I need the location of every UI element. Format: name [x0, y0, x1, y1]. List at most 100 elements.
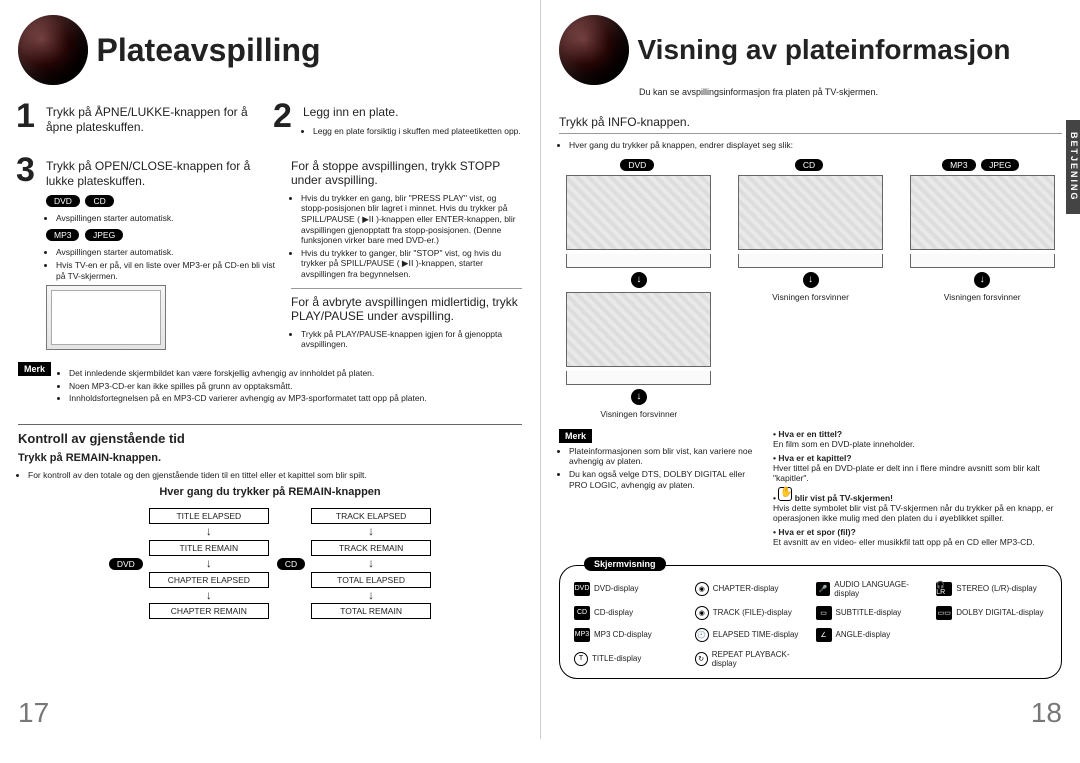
info-head: Trykk på INFO-knappen.	[559, 115, 1062, 134]
arrow-down-icon: ↓	[368, 591, 374, 601]
page-number: 18	[1031, 697, 1062, 729]
panel-item	[816, 650, 927, 668]
caption: Visningen forsvinner	[944, 292, 1021, 302]
arrow-down-icon: ↓	[368, 559, 374, 569]
tv-bar	[566, 254, 711, 268]
merk-note-1: Det innledende skjermbildet kan være for…	[69, 368, 522, 379]
kontroll-head: Kontroll av gjenstående tid	[18, 424, 522, 446]
remain-dvd-col: DVD TITLE ELAPSED ↓ TITLE REMAIN ↓ CHAPT…	[109, 508, 269, 619]
panel-item-label: CD-display	[594, 608, 633, 617]
caption: Visningen forsvinner	[600, 409, 677, 419]
remain-head: Trykk på REMAIN-knappen.	[18, 452, 522, 464]
step-2: 2 Legg inn en plate. Legg en plate forsi…	[275, 105, 522, 139]
stop-bullet-1: Hvis du trykker en gang, blir "PRESS PLA…	[301, 193, 522, 246]
tv-bar	[910, 254, 1055, 268]
stop-bullet-2: Hvis du trykker to ganger, blir "STOP" v…	[301, 248, 522, 280]
display-icon: ▭	[816, 606, 832, 620]
pause-head: For å avbryte avspillingen midlertidig, …	[291, 295, 522, 323]
arrow-down-icon: ↓	[631, 272, 647, 288]
merk-note-2: Noen MP3-CD-er kan ikke spilles på grunn…	[69, 381, 522, 392]
remain-box: TITLE REMAIN	[149, 540, 269, 556]
tv-bar	[738, 254, 883, 268]
panel-item-label: AUDIO LANGUAGE-display	[834, 580, 926, 598]
step-3-head: Trykk på OPEN/CLOSE-knappen for å lukke …	[46, 159, 277, 189]
remain-box: TRACK REMAIN	[311, 540, 431, 556]
remain-box: TITLE ELAPSED	[149, 508, 269, 524]
tv-frame	[738, 175, 883, 250]
panel-item: ▭▭DOLBY DIGITAL-display	[936, 606, 1047, 620]
pill-dvd: DVD	[109, 558, 143, 570]
side-tab: BETJENING	[1066, 120, 1080, 214]
qa-list: • Hva er en tittel? En film som en DVD-p…	[773, 429, 1062, 551]
pill-cd: CD	[795, 159, 823, 171]
pill-mp3: MP3	[46, 229, 79, 241]
panel-item	[936, 650, 1047, 668]
pill-cd: CD	[85, 195, 113, 207]
page-title-right: Visning av plateinformasjon	[638, 34, 1011, 66]
panel-item-label: ELAPSED TIME-display	[713, 630, 799, 639]
display-icon: ▭▭	[936, 606, 952, 620]
info-note: Hver gang du trykker på knappen, endrer …	[569, 140, 1062, 151]
screen-thumbnail	[46, 285, 166, 350]
tv-frame	[566, 292, 711, 367]
step-number: 2	[273, 99, 292, 133]
panel-tab: Skjermvisning	[584, 557, 666, 571]
stop-head: For å stoppe avspillingen, trykk STOPP u…	[291, 159, 522, 187]
display-icon: T	[574, 652, 588, 666]
step-number: 1	[16, 99, 35, 133]
remain-box: TOTAL REMAIN	[311, 603, 431, 619]
display-icon: ∠	[816, 628, 832, 642]
arrow-down-icon: ↓	[206, 559, 212, 569]
step-3: 3 Trykk på OPEN/CLOSE-knappen for å lukk…	[18, 159, 277, 352]
qa-answer: Hver tittel på en DVD-plate er delt inn …	[773, 463, 1040, 483]
note-auto-b2: Hvis TV-en er på, vil en liste over MP3-…	[56, 260, 277, 281]
pill-dvd: DVD	[620, 159, 654, 171]
qa-answer: Et avsnitt av en video- eller musikkfil …	[773, 537, 1035, 547]
col-dvd: DVD ↓ ↓ Visningen forsvinner	[559, 159, 719, 419]
speaker-icon	[559, 15, 629, 85]
remain-box: CHAPTER REMAIN	[149, 603, 269, 619]
panel-item	[936, 628, 1047, 642]
tv-frame	[910, 175, 1055, 250]
panel-item-label: MP3 CD-display	[594, 630, 652, 639]
panel-item-label: DVD-display	[594, 584, 638, 593]
display-icon: CD	[574, 606, 590, 620]
panel-item: ↻ REPEAT PLAYBACK-display	[695, 650, 806, 668]
merk-note-3: Innholdsfortegnelsen på en MP3-CD varier…	[69, 393, 522, 404]
page-left: Plateavspilling 1 Trykk på ÅPNE/LUKKE-kn…	[0, 0, 540, 739]
remain-note: For kontroll av den totale og den gjenst…	[28, 470, 522, 481]
display-panel: Skjermvisning DVDDVD-display◉CHAPTER-dis…	[559, 565, 1062, 679]
panel-item: ◉TRACK (FILE)-display	[695, 606, 806, 620]
col-cd: CD ↓ Visningen forsvinner	[731, 159, 891, 419]
panel-item-label: TRACK (FILE)-display	[713, 608, 792, 617]
col-mp3-jpeg: MP3 JPEG ↓ Visningen forsvinner	[902, 159, 1062, 419]
page-number: 17	[18, 697, 49, 729]
panel-item: 🎤AUDIO LANGUAGE-display	[816, 580, 927, 598]
panel-item: ∠ANGLE-display	[816, 628, 927, 642]
arrow-down-icon: ↓	[368, 527, 374, 537]
panel-item: 🎧 LRSTEREO (L/R)-display	[936, 580, 1047, 598]
header-right: Visning av plateinformasjon	[559, 15, 1062, 85]
pill-dvd: DVD	[46, 195, 80, 207]
merk-note-2: Du kan også velge DTS, DOLBY DIGITAL ell…	[569, 469, 759, 490]
panel-item-label: REPEAT PLAYBACK-display	[712, 650, 806, 668]
speaker-icon	[18, 15, 88, 85]
tv-bar	[566, 371, 711, 385]
arrow-down-icon: ↓	[206, 527, 212, 537]
step-number: 3	[16, 153, 35, 187]
panel-item: ▭ SUBTITLE-display	[816, 606, 927, 620]
remain-box: TRACK ELAPSED	[311, 508, 431, 524]
panel-item-label: SUBTITLE-display	[836, 608, 902, 617]
remain-box: TOTAL ELAPSED	[311, 572, 431, 588]
step-1: 1 Trykk på ÅPNE/LUKKE-knappen for å åpne…	[18, 105, 265, 139]
pill-cd: CD	[277, 558, 305, 570]
panel-item: TTITLE-display	[574, 650, 685, 668]
pill-jpeg: JPEG	[981, 159, 1019, 171]
qa-item: • Hva er et spor (fil)? Et avsnitt av en…	[773, 527, 1062, 547]
display-icon: ↻	[695, 652, 708, 666]
merk-note-1: Plateinformasjonen som blir vist, kan va…	[569, 446, 759, 467]
pause-bullet: Trykk på PLAY/PAUSE-knappen igjen for å …	[301, 329, 522, 350]
hand-icon	[778, 487, 792, 501]
pill-jpeg: JPEG	[85, 229, 123, 241]
remain-box: CHAPTER ELAPSED	[149, 572, 269, 588]
